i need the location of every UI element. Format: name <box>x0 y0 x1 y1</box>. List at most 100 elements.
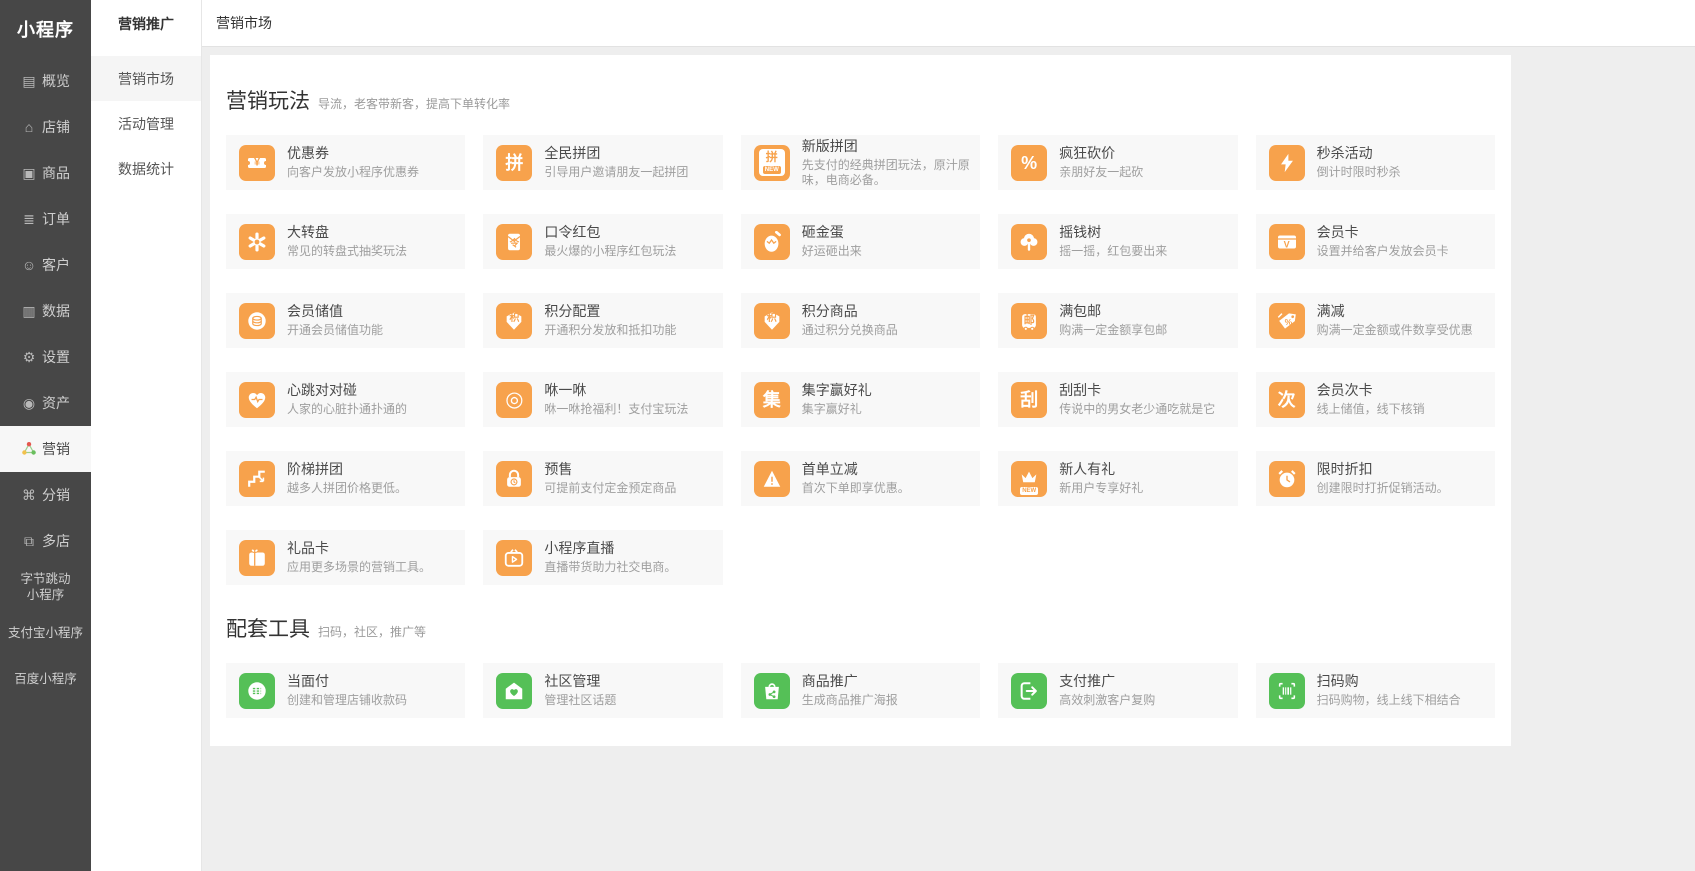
card-title: 会员次卡 <box>1317 382 1425 399</box>
card-desc: 常见的转盘式抽奖玩法 <box>287 244 407 259</box>
bargain-card[interactable]: %疯狂砍价亲朋好友一起砍 <box>998 135 1237 190</box>
live-card[interactable]: 小程序直播直播带货助力社交电商。 <box>483 530 722 585</box>
content-panel: 营销玩法 导流，老客带新客，提高下单转化率 ¥优惠券向客户发放小程序优惠券拼全民… <box>210 55 1511 746</box>
card-title: 社区管理 <box>544 673 616 690</box>
product-promo-card[interactable]: 商品推广生成商品推广海报 <box>741 663 980 718</box>
sidebar-item-settings[interactable]: ⚙设置 <box>0 334 91 380</box>
full-discount-icon: % <box>1269 303 1305 339</box>
sidebar-item-label: 营销 <box>42 439 70 459</box>
sidebar-item-data[interactable]: ▥数据 <box>0 288 91 334</box>
first-order-card[interactable]: 首单立减首次下单即享优惠。 <box>741 451 980 506</box>
card-title: 满包邮 <box>1059 303 1167 320</box>
sidebar-item-shop[interactable]: ⌂店铺 <box>0 104 91 150</box>
card-desc: 购满一定金额享包邮 <box>1059 323 1167 338</box>
card-desc: 咻一咻抢福利！支付宝玩法 <box>544 402 688 417</box>
stored-value-card[interactable]: 会员储值开通会员储值功能 <box>226 293 465 348</box>
scratch-card-card[interactable]: 刮刮刮卡传说中的男女老少通吃就是它 <box>998 372 1237 427</box>
time-discount-card[interactable]: 限时折扣创建限时打折促销活动。 <box>1256 451 1495 506</box>
scan-buy-card[interactable]: 扫码购扫码购物，线上线下相结合 <box>1256 663 1495 718</box>
card-desc: 集字赢好礼 <box>802 402 872 417</box>
submenu: 营销推广 营销市场活动管理数据统计 <box>91 0 202 871</box>
submenu-list: 营销市场活动管理数据统计 <box>91 48 201 191</box>
submenu-header: 营销推广 <box>91 0 201 48</box>
card-title: 咻一咻 <box>544 382 688 399</box>
group-buy-card[interactable]: 拼全民拼团引导用户邀请朋友一起拼团 <box>483 135 722 190</box>
overview-icon: ▤ <box>21 74 37 88</box>
sidebar-item-label: 商品 <box>42 163 70 183</box>
sidebar-item-alipay-mini[interactable]: 支付宝小程序 <box>0 610 91 656</box>
sidebar-item-baidu-mini[interactable]: 百度小程序 <box>0 656 91 702</box>
card-title: 摇钱树 <box>1059 224 1167 241</box>
sidebar-item-label: 店铺 <box>42 117 70 137</box>
card-desc: 摇一摇，红包要出来 <box>1059 244 1167 259</box>
collect-words-card[interactable]: 集集字赢好礼集字赢好礼 <box>741 372 980 427</box>
card-title: 心跳对对碰 <box>287 382 407 399</box>
golden-egg-card[interactable]: 砸金蛋好运砸出来 <box>741 214 980 269</box>
collect-words-icon: 集 <box>754 382 790 418</box>
card-desc: 传说中的男女老少通吃就是它 <box>1059 402 1215 417</box>
money-tree-card[interactable]: 摇钱树摇一摇，红包要出来 <box>998 214 1237 269</box>
sidebar-item-overview[interactable]: ▤概览 <box>0 58 91 104</box>
sidebar-item-goods[interactable]: ▣ 商品 <box>0 150 91 196</box>
lucky-wheel-icon <box>239 224 275 260</box>
heart-match-card[interactable]: 心跳对对碰人家的心脏扑通扑通的 <box>226 372 465 427</box>
card-title: 当面付 <box>287 673 407 690</box>
card-desc: 倒计时限时秒杀 <box>1317 165 1401 180</box>
free-shipping-card[interactable]: 邮满包邮购满一定金额享包邮 <box>998 293 1237 348</box>
distribution-icon: ⌘ <box>21 488 37 502</box>
sidebar-item-bytedance-mini[interactable]: 字节跳动小程序 <box>0 564 91 610</box>
sidebar-item-orders[interactable]: ≣订单 <box>0 196 91 242</box>
lucky-wheel-card[interactable]: 大转盘常见的转盘式抽奖玩法 <box>226 214 465 269</box>
punch-card-card[interactable]: 次会员次卡线上储值，线下核销 <box>1256 372 1495 427</box>
card-desc: 购满一定金额或件数享受优惠 <box>1317 323 1473 338</box>
card-desc: 越多人拼团价格更低。 <box>287 481 407 496</box>
flash-sale-card[interactable]: 秒杀活动倒计时限时秒杀 <box>1256 135 1495 190</box>
sidebar-item-multistore[interactable]: ⧉多店 <box>0 518 91 564</box>
community-icon <box>496 673 532 709</box>
section-header-tools: 配套工具 扫码，社区，推广等 <box>226 613 1495 643</box>
card-title: 阶梯拼团 <box>287 461 407 478</box>
sidebar-item-marketing[interactable]: 营销 <box>0 426 91 472</box>
goods-icon: ▣ <box>21 166 37 180</box>
face-pay-icon <box>239 673 275 709</box>
card-title: 新版拼团 <box>802 138 972 155</box>
submenu-item-marketing-market[interactable]: 营销市场 <box>91 56 201 101</box>
ladder-groupbuy-card[interactable]: 阶梯拼团越多人拼团价格更低。 <box>226 451 465 506</box>
sidebar-item-label: 支付宝小程序 <box>8 625 83 641</box>
card-desc: 可提前支付定金预定商品 <box>544 481 676 496</box>
points-config-icon: 积 <box>496 303 532 339</box>
coupon-card[interactable]: ¥优惠券向客户发放小程序优惠券 <box>226 135 465 190</box>
card-desc: 亲朋好友一起砍 <box>1059 165 1143 180</box>
main-area: 营销市场 营销玩法 导流，老客带新客，提高下单转化率 ¥优惠券向客户发放小程序优… <box>202 0 1695 871</box>
newbie-gift-card[interactable]: NEW新人有礼新用户专享好礼 <box>998 451 1237 506</box>
presale-card[interactable]: 预售可提前支付定金预定商品 <box>483 451 722 506</box>
app-sidebar: 小程序 ▤概览⌂店铺▣商品≣订单☺客户▥数据⚙设置◉资产营销⌘分销⧉多店字节跳动… <box>0 0 91 871</box>
submenu-item-data-statistics[interactable]: 数据统计 <box>91 146 201 191</box>
gift-card-card[interactable]: 礼品卡应用更多场景的营销工具。 <box>226 530 465 585</box>
community-card[interactable]: 社区管理管理社区话题 <box>483 663 722 718</box>
submenu-item-activity-management[interactable]: 活动管理 <box>91 101 201 146</box>
coupon-icon: ¥ <box>239 145 275 181</box>
sidebar-item-distribution[interactable]: ⌘分销 <box>0 472 91 518</box>
member-card-card[interactable]: V会员卡设置并给客户发放会员卡 <box>1256 214 1495 269</box>
settings-icon: ⚙ <box>21 350 37 364</box>
group-buy-new-card[interactable]: 拼NEW新版拼团先支付的经典拼团玩法，原汁原味，电商必备。 <box>741 135 980 190</box>
presale-icon <box>496 461 532 497</box>
submenu-item-label: 数据统计 <box>118 159 174 179</box>
pay-promo-card[interactable]: 支付推广高效刺激客户复购 <box>998 663 1237 718</box>
card-title: 商品推广 <box>802 673 898 690</box>
gift-card-icon <box>239 540 275 576</box>
time-discount-icon <box>1269 461 1305 497</box>
xiu-card[interactable]: ◎咻一咻咻一咻抢福利！支付宝玩法 <box>483 372 722 427</box>
points-config-card[interactable]: 积积分配置开通积分发放和抵扣功能 <box>483 293 722 348</box>
face-pay-card[interactable]: 当面付创建和管理店铺收款码 <box>226 663 465 718</box>
card-desc: 高效刺激客户复购 <box>1059 693 1155 708</box>
tab-marketing-market[interactable]: 营销市场 <box>206 0 282 46</box>
sidebar-item-customers[interactable]: ☺客户 <box>0 242 91 288</box>
password-redpacket-card[interactable]: 令口令红包最火爆的小程序红包玩法 <box>483 214 722 269</box>
sidebar-item-assets[interactable]: ◉资产 <box>0 380 91 426</box>
full-discount-card[interactable]: %满减购满一定金额或件数享受优惠 <box>1256 293 1495 348</box>
card-desc: 创建和管理店铺收款码 <box>287 693 407 708</box>
points-goods-card[interactable]: 积积分商品通过积分兑换商品 <box>741 293 980 348</box>
card-desc: 线上储值，线下核销 <box>1317 402 1425 417</box>
